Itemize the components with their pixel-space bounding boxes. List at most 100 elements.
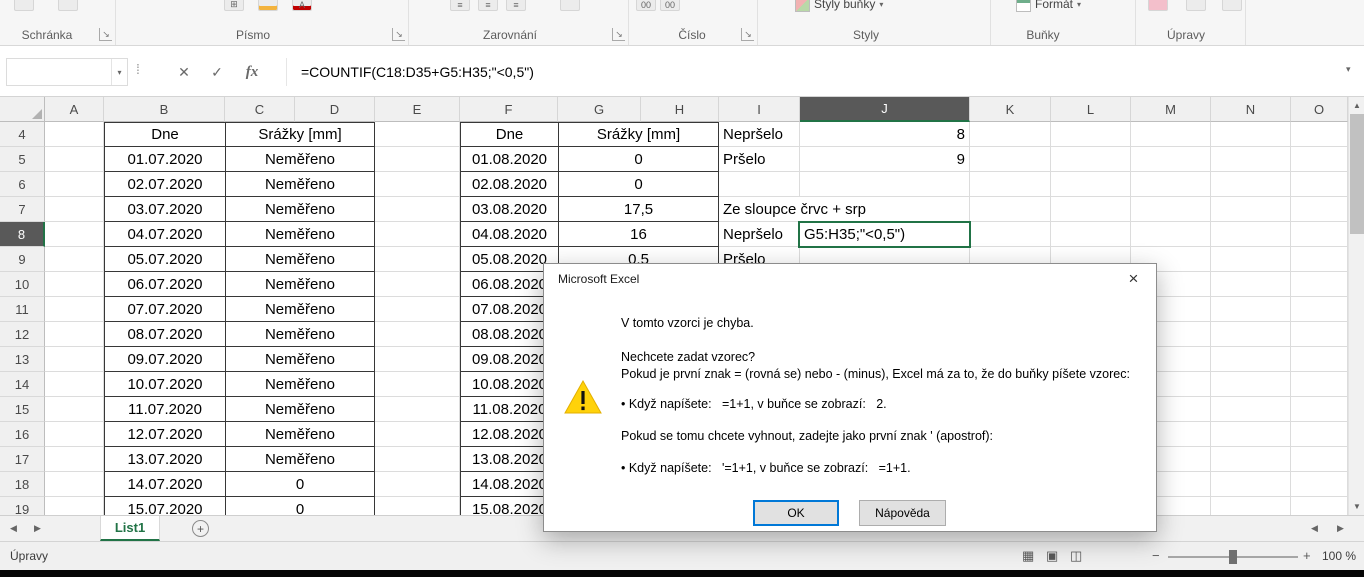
column-header-b[interactable]: B <box>104 97 225 122</box>
cell-b19[interactable]: 15.07.2020 <box>104 497 225 515</box>
formula-bar-expand-icon[interactable]: ▾ <box>1346 64 1351 75</box>
sort-filter-icon[interactable] <box>1186 0 1206 11</box>
zoom-level[interactable]: 100 % <box>1322 549 1356 563</box>
name-box-dropdown-icon[interactable]: ▾ <box>111 59 127 85</box>
normal-view-icon[interactable]: ▦ <box>1022 548 1034 564</box>
decrease-decimal-icon[interactable]: 00 <box>660 0 680 11</box>
row-header-6[interactable]: 6 <box>0 172 45 197</box>
confirm-entry-button[interactable]: ✓ <box>203 58 231 86</box>
sheet-nav-right-icon[interactable]: ▶ <box>34 523 41 534</box>
cell-b12[interactable]: 08.07.2020 <box>104 322 225 347</box>
cell-i7[interactable]: Ze sloupce črvc + srp <box>719 197 969 221</box>
paste-icon[interactable] <box>14 0 34 11</box>
cell-b11[interactable]: 07.07.2020 <box>104 297 225 322</box>
cell-c19[interactable]: 0 <box>225 497 375 515</box>
align-center-icon[interactable]: ≡ <box>478 0 498 11</box>
name-box[interactable]: ▾ <box>6 58 128 86</box>
cell-f4[interactable]: Dne <box>460 122 558 147</box>
hscroll-left-icon[interactable]: ◀ <box>1311 523 1318 534</box>
column-header-h[interactable]: H <box>641 97 719 122</box>
cell-b7[interactable]: 03.07.2020 <box>104 197 225 222</box>
zoom-in-icon[interactable]: + <box>1303 548 1311 563</box>
cell-c17[interactable]: Neměřeno <box>225 447 375 472</box>
row-header-15[interactable]: 15 <box>0 397 45 422</box>
column-header-l[interactable]: L <box>1051 97 1131 122</box>
cell-b9[interactable]: 05.07.2020 <box>104 247 225 272</box>
cell-c15[interactable]: Neměřeno <box>225 397 375 422</box>
cell-i8[interactable]: Nepršelo <box>719 222 800 247</box>
column-header-f[interactable]: F <box>460 97 558 122</box>
cell-c6[interactable]: Neměřeno <box>225 172 375 197</box>
vertical-scrollbar-thumb[interactable] <box>1350 114 1364 234</box>
format-painter-icon[interactable] <box>58 0 78 11</box>
column-header-n[interactable]: N <box>1211 97 1291 122</box>
row-header-11[interactable]: 11 <box>0 297 45 322</box>
cell-b16[interactable]: 12.07.2020 <box>104 422 225 447</box>
row-header-9[interactable]: 9 <box>0 247 45 272</box>
page-layout-view-icon[interactable]: ▣ <box>1046 548 1058 564</box>
row-header-18[interactable]: 18 <box>0 472 45 497</box>
cancel-entry-button[interactable]: ✕ <box>170 58 198 86</box>
font-color-icon[interactable]: A <box>292 0 312 11</box>
cell-f5[interactable]: 01.08.2020 <box>460 147 558 172</box>
merge-center-icon[interactable] <box>560 0 580 11</box>
cell-b17[interactable]: 13.07.2020 <box>104 447 225 472</box>
formula-bar-resize-handle[interactable]: ⁞ <box>136 61 140 77</box>
column-header-o[interactable]: O <box>1291 97 1348 122</box>
sheet-tab-list1[interactable]: List1 <box>100 516 160 541</box>
cell-b14[interactable]: 10.07.2020 <box>104 372 225 397</box>
cell-c10[interactable]: Neměřeno <box>225 272 375 297</box>
row-header-14[interactable]: 14 <box>0 372 45 397</box>
clear-icon[interactable] <box>1148 0 1168 11</box>
cell-i4[interactable]: Nepršelo <box>719 122 800 147</box>
format-button[interactable]: Formát ▾ <box>1016 0 1081 14</box>
cell-g8[interactable]: 16 <box>558 222 719 247</box>
column-header-j[interactable]: J <box>800 97 970 122</box>
column-header-c[interactable]: C <box>225 97 295 122</box>
cell-b18[interactable]: 14.07.2020 <box>104 472 225 497</box>
cell-i5[interactable]: Pršelo <box>719 147 800 172</box>
help-button[interactable]: Nápověda <box>859 500 946 526</box>
cell-styles-button[interactable]: Styly buňky ▾ <box>795 0 883 14</box>
add-sheet-button[interactable]: + <box>192 520 209 537</box>
row-header-12[interactable]: 12 <box>0 322 45 347</box>
cell-c11[interactable]: Neměřeno <box>225 297 375 322</box>
cell-c8[interactable]: Neměřeno <box>225 222 375 247</box>
cell-g6[interactable]: 0 <box>558 172 719 197</box>
cell-c16[interactable]: Neměřeno <box>225 422 375 447</box>
sheet-nav-left-icon[interactable]: ◀ <box>10 523 17 534</box>
cell-b8[interactable]: 04.07.2020 <box>104 222 225 247</box>
cell-j5[interactable]: 9 <box>800 147 970 172</box>
column-header-e[interactable]: E <box>375 97 460 122</box>
vertical-scrollbar[interactable]: ▲ ▼ <box>1348 97 1364 515</box>
find-select-icon[interactable] <box>1222 0 1242 11</box>
ok-button[interactable]: OK <box>753 500 839 526</box>
row-header-10[interactable]: 10 <box>0 272 45 297</box>
row-header-5[interactable]: 5 <box>0 147 45 172</box>
cell-g4[interactable]: Srážky [mm] <box>558 122 719 147</box>
scroll-down-icon[interactable]: ▼ <box>1349 498 1364 515</box>
cell-j8-edit-box[interactable]: G5:H35;"<0,5") <box>798 221 971 248</box>
hscroll-right-icon[interactable]: ▶ <box>1337 523 1344 534</box>
cell-g5[interactable]: 0 <box>558 147 719 172</box>
cell-j4[interactable]: 8 <box>800 122 970 147</box>
formula-input[interactable]: =COUNTIF(C18:D35+G5:H35;"<0,5") <box>292 58 1340 86</box>
cell-f8[interactable]: 04.08.2020 <box>460 222 558 247</box>
column-header-k[interactable]: K <box>970 97 1051 122</box>
cell-f7[interactable]: 03.08.2020 <box>460 197 558 222</box>
column-header-g[interactable]: G <box>558 97 641 122</box>
cell-b5[interactable]: 01.07.2020 <box>104 147 225 172</box>
column-header-i[interactable]: I <box>719 97 800 122</box>
zoom-out-icon[interactable]: − <box>1152 548 1160 563</box>
font-dialog-launcher-icon[interactable]: ↘ <box>392 28 405 41</box>
alignment-dialog-launcher-icon[interactable]: ↘ <box>612 28 625 41</box>
row-header-7[interactable]: 7 <box>0 197 45 222</box>
cell-c13[interactable]: Neměřeno <box>225 347 375 372</box>
insert-function-button[interactable]: fx <box>238 58 266 86</box>
cell-c4[interactable]: Srážky [mm] <box>225 122 375 147</box>
column-header-a[interactable]: A <box>45 97 104 122</box>
column-header-d[interactable]: D <box>295 97 375 122</box>
row-header-4[interactable]: 4 <box>0 122 45 147</box>
row-header-8[interactable]: 8 <box>0 222 45 247</box>
row-header-17[interactable]: 17 <box>0 447 45 472</box>
